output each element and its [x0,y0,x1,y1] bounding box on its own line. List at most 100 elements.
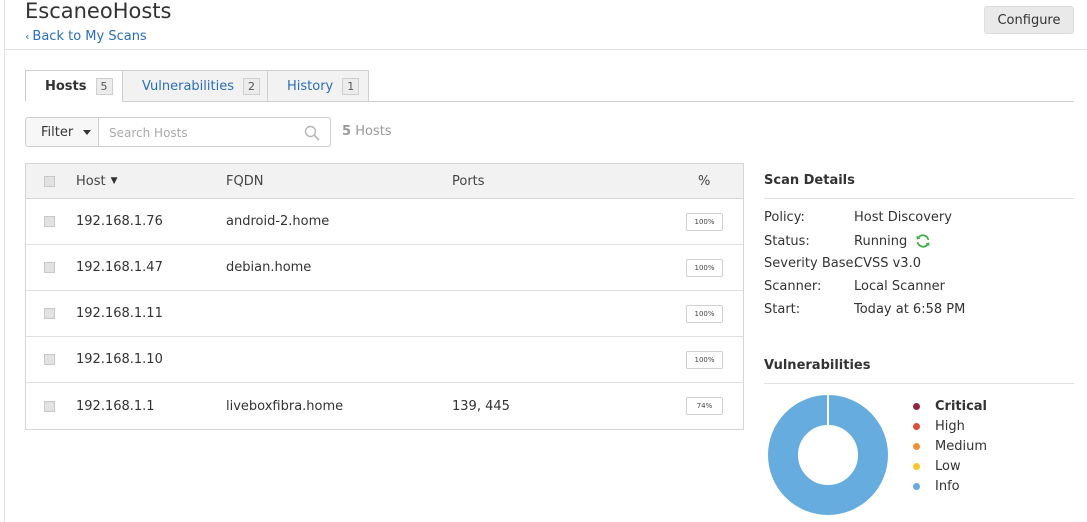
detail-value: Running [854,233,908,249]
legend-label: Critical [935,398,988,414]
vulnerabilities-divider [764,383,1074,384]
detail-status: Status: Running [764,233,931,249]
tab-label: History [287,78,334,94]
progress-badge: 100% [686,304,723,323]
host-cell: 192.168.1.11 [76,306,163,321]
search-box [99,117,331,147]
host-cell: 192.168.1.47 [76,260,163,275]
row-select-cell [44,337,55,382]
chevron-left-icon: ‹ [25,30,30,43]
tab-label: Hosts [45,78,87,94]
row-checkbox[interactable] [44,400,55,412]
legend-dot [913,482,920,490]
detail-value: Today at 6:58 PM [854,302,966,317]
host-count: 5 Hosts [342,124,392,139]
host-count-word: Hosts [355,124,392,139]
page-title: EscaneoHosts [25,0,172,23]
vulnerabilities-title: Vulnerabilities [764,358,871,373]
tab-vulnerabilities[interactable]: Vulnerabilities 2 [122,70,268,102]
detail-policy: Policy: Host Discovery [764,210,952,225]
tabs-divider [368,101,1074,102]
table-row[interactable]: 192.168.1.1 liveboxfibra.home 139, 445 7… [26,383,743,429]
detail-severity-base: Severity Base: CVSS v3.0 [764,256,921,271]
row-select-cell [44,291,55,336]
column-header-fqdn[interactable]: FQDN [226,164,263,198]
tab-label: Vulnerabilities [142,78,234,94]
tab-history[interactable]: History 1 [267,70,369,102]
legend-item-high: High [913,416,987,436]
back-link-label: Back to My Scans [32,29,147,44]
tab-hosts[interactable]: Hosts 5 [25,70,123,102]
column-header-percent[interactable]: % [698,164,710,198]
scan-details-divider [764,198,1074,199]
tab-count-badge: 1 [342,77,360,95]
row-checkbox[interactable] [44,354,55,365]
select-all-cell [44,164,55,198]
detail-value: Host Discovery [854,210,952,225]
legend-label: Info [935,478,960,494]
host-cell: 192.168.1.10 [76,352,163,367]
row-select-cell [44,199,55,244]
configure-button[interactable]: Configure [984,6,1074,34]
tab-count-badge: 2 [242,77,260,95]
fqdn-cell: android-2.home [226,214,330,229]
column-header-label: Host [76,173,106,189]
back-to-scans-link[interactable]: ‹ Back to My Scans [25,29,147,44]
filter-label: Filter [41,124,74,140]
detail-value: Local Scanner [854,279,946,294]
detail-label: Status: [764,233,810,249]
percent-cell: 100% [686,199,723,244]
host-cell: 192.168.1.76 [76,214,163,229]
legend-label: High [935,418,965,434]
progress-badge: 100% [686,350,723,369]
row-checkbox[interactable] [44,262,55,273]
detail-label: Scanner: [764,279,822,294]
sort-desc-icon: ▼ [110,176,118,186]
filter-dropdown-button[interactable]: Filter [25,117,99,147]
progress-badge: 74% [686,397,723,415]
row-select-cell [44,245,55,290]
detail-label: Severity Base: [764,256,858,271]
detail-value: CVSS v3.0 [854,256,921,271]
fqdn-cell: liveboxfibra.home [226,398,344,414]
search-icon[interactable] [304,125,320,141]
detail-label: Start: [764,302,801,317]
header-divider [5,49,1087,50]
column-header-host[interactable]: Host ▼ [76,164,118,198]
percent-cell: 100% [686,245,723,290]
legend-item-critical: Critical [913,396,987,416]
host-count-number: 5 [342,124,352,139]
table-row[interactable]: 192.168.1.47 debian.home 100% [26,245,743,291]
legend-dot [913,442,920,450]
row-checkbox[interactable] [44,308,55,319]
vulnerabilities-donut-chart[interactable] [768,395,888,515]
legend-label: Medium [935,438,987,454]
refresh-icon [916,234,930,248]
table-row[interactable]: 192.168.1.76 android-2.home 100% [26,199,743,245]
table-row[interactable]: 192.168.1.10 100% [26,337,743,383]
detail-start: Start: Today at 6:58 PM [764,302,965,317]
hosts-table: Host ▼ FQDN Ports % 192.168.1.76 android… [25,163,744,430]
percent-cell: 74% [686,383,723,429]
legend-dot [913,422,920,430]
table-header: Host ▼ FQDN Ports % [26,164,743,199]
page-left-border [4,0,5,522]
column-header-ports[interactable]: Ports [452,164,485,198]
row-checkbox[interactable] [44,216,55,227]
tab-count-badge: 5 [95,77,113,95]
detail-label: Policy: [764,210,805,225]
percent-cell: 100% [686,337,723,382]
detail-scanner: Scanner: Local Scanner [764,279,945,294]
progress-badge: 100% [686,212,723,231]
row-select-cell [44,383,55,429]
select-all-checkbox[interactable] [44,175,55,187]
percent-cell: 100% [686,291,723,336]
progress-badge: 100% [686,258,723,277]
table-row[interactable]: 192.168.1.11 100% [26,291,743,337]
fqdn-cell: debian.home [226,260,312,275]
legend-item-info: Info [913,476,987,496]
search-input[interactable] [109,123,299,143]
vulnerabilities-legend: Critical High Medium Low Info [913,396,987,496]
legend-dot [913,402,920,410]
legend-item-low: Low [913,456,987,476]
